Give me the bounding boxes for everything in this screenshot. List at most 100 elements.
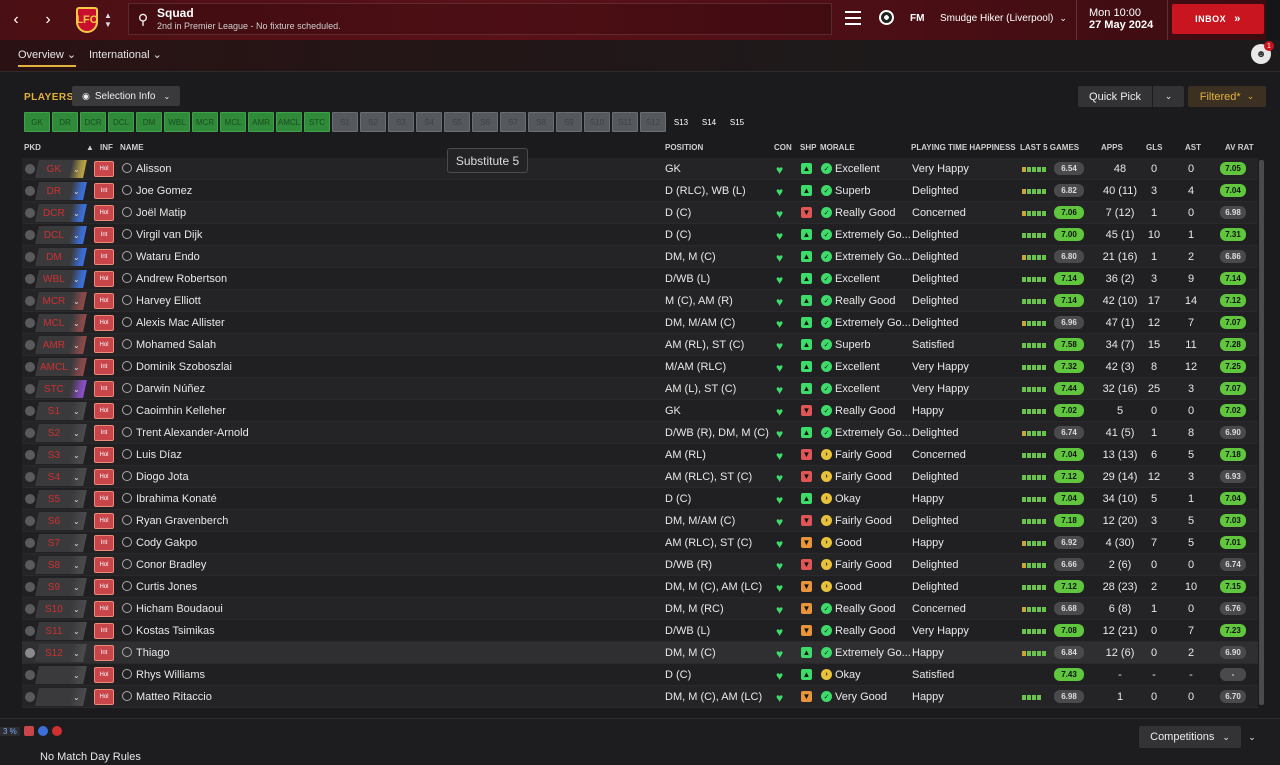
- position-selector[interactable]: GK ⌄: [35, 160, 87, 178]
- table-row[interactable]: S11 ⌄ Int Kostas Tsimikas D/WB (L) ♥ ▼ ✓ Really …: [22, 620, 1258, 642]
- table-row[interactable]: ⌄ Hol Rhys Williams D (C) ♥ ▲ › Okay Satisfied 7.…: [22, 664, 1258, 686]
- check-icon[interactable]: [25, 538, 35, 548]
- club-switcher[interactable]: ▲ ▼: [104, 11, 112, 29]
- player-name[interactable]: Ryan Gravenberch: [136, 515, 228, 527]
- position-chip[interactable]: STC: [304, 112, 330, 132]
- player-name[interactable]: Darwin Núñez: [136, 383, 205, 395]
- position-chip[interactable]: AMCL: [276, 112, 302, 132]
- position-selector[interactable]: STC ⌄: [35, 380, 87, 398]
- position-chip[interactable]: WBL: [164, 112, 190, 132]
- table-row[interactable]: S1 ⌄ Hol Caoimhin Kelleher GK ♥ ▼ ✓ Really Good H…: [22, 400, 1258, 422]
- col-morale[interactable]: MORALE: [820, 143, 855, 152]
- filter-button[interactable]: Filtered* ⌄: [1188, 86, 1266, 107]
- player-name[interactable]: Alexis Mac Allister: [136, 317, 225, 329]
- position-selector[interactable]: AMCL ⌄: [35, 358, 87, 376]
- table-row[interactable]: S7 ⌄ Int Cody Gakpo AM (RLC), ST (C) ♥ ▼ › Good H…: [22, 532, 1258, 554]
- check-icon[interactable]: [25, 230, 35, 240]
- table-row[interactable]: S10 ⌄ Hol Hicham Boudaoui DM, M (RC) ♥ ▼ ✓ Reall…: [22, 598, 1258, 620]
- check-icon[interactable]: [25, 472, 35, 482]
- position-selector[interactable]: S11 ⌄: [35, 622, 87, 640]
- table-row[interactable]: DR ⌄ Int Joe Gomez D (RLC), WB (L) ♥ ▲ ✓ Superb D…: [22, 180, 1258, 202]
- table-scrollbar[interactable]: [1259, 160, 1264, 705]
- chevron-up-icon[interactable]: ▲: [104, 11, 112, 20]
- col-gls[interactable]: GLS: [1146, 143, 1162, 152]
- position-selector[interactable]: S12 ⌄: [35, 644, 87, 662]
- check-icon[interactable]: [25, 670, 35, 680]
- check-icon[interactable]: [25, 274, 35, 284]
- position-chip[interactable]: DCR: [80, 112, 106, 132]
- position-selector[interactable]: ⌄: [35, 666, 87, 684]
- table-row[interactable]: S4 ⌄ Hol Diogo Jota AM (RLC), ST (C) ♥ ▼ › Fairl…: [22, 466, 1258, 488]
- position-chip[interactable]: DR: [52, 112, 78, 132]
- table-row[interactable]: S6 ⌄ Hol Ryan Gravenberch DM, M/AM (C) ♥ ▼ › Fai…: [22, 510, 1258, 532]
- forward-arrow-icon[interactable]: ›: [32, 0, 64, 40]
- player-name[interactable]: Mohamed Salah: [136, 339, 216, 351]
- position-selector[interactable]: S7 ⌄: [35, 534, 87, 552]
- position-chip[interactable]: S7: [500, 112, 526, 132]
- position-selector[interactable]: DCR ⌄: [35, 204, 87, 222]
- player-name[interactable]: Hicham Boudaoui: [136, 603, 223, 615]
- col-shp[interactable]: SHP: [800, 143, 816, 152]
- player-name[interactable]: Diogo Jota: [136, 471, 189, 483]
- table-row[interactable]: ⌄ Hol Matteo Ritaccio DM, M (C), AM (LC) ♥ ▼ ✓…: [22, 686, 1258, 708]
- position-selector[interactable]: AMR ⌄: [35, 336, 87, 354]
- col-con[interactable]: CON: [774, 143, 792, 152]
- sort-arrow-icon[interactable]: ▲: [86, 143, 94, 152]
- position-selector[interactable]: S10 ⌄: [35, 600, 87, 618]
- col-ast[interactable]: AST: [1185, 143, 1201, 152]
- table-row[interactable]: MCL ⌄ Hol Alexis Mac Allister DM, M/AM (C) ♥ ▲…: [22, 312, 1258, 334]
- check-icon[interactable]: [25, 252, 35, 262]
- player-name[interactable]: Rhys Williams: [136, 669, 205, 681]
- position-selector[interactable]: S4 ⌄: [35, 468, 87, 486]
- quick-pick-label[interactable]: Quick Pick: [1078, 86, 1153, 107]
- position-chip[interactable]: MCR: [192, 112, 218, 132]
- manager-selector[interactable]: Smudge Hiker (Liverpool) ⌄: [940, 13, 1067, 24]
- position-selector[interactable]: ⌄: [35, 688, 87, 706]
- red-status-icon[interactable]: [23, 726, 34, 736]
- assistant-avatar[interactable]: ☻ 1: [1251, 41, 1274, 64]
- check-icon[interactable]: [25, 318, 35, 328]
- player-name[interactable]: Harvey Elliott: [136, 295, 201, 307]
- position-chip[interactable]: S5: [444, 112, 470, 132]
- player-name[interactable]: Dominik Szoboszlai: [136, 361, 232, 373]
- player-name[interactable]: Curtis Jones: [136, 581, 197, 593]
- selection-info-button[interactable]: ◉ Selection Info ⌄: [72, 86, 180, 106]
- check-icon[interactable]: [25, 406, 35, 416]
- table-row[interactable]: S5 ⌄ Hol Ibrahima Konaté D (C) ♥ ▲ › Okay Happy 7.…: [22, 488, 1258, 510]
- check-icon[interactable]: [25, 560, 35, 570]
- position-selector[interactable]: S3 ⌄: [35, 446, 87, 464]
- football-icon[interactable]: [879, 10, 894, 25]
- match-day-rules[interactable]: No Match Day Rules: [40, 751, 141, 763]
- player-name[interactable]: Andrew Robertson: [136, 273, 227, 285]
- chevron-down-icon[interactable]: ⌄: [1245, 726, 1259, 748]
- player-name[interactable]: Virgil van Dijk: [136, 229, 202, 241]
- check-icon[interactable]: [25, 164, 35, 174]
- position-chip[interactable]: S9: [556, 112, 582, 132]
- col-name[interactable]: NAME: [120, 143, 144, 152]
- col-playing-time[interactable]: PLAYING TIME HAPPINESS: [911, 143, 1016, 152]
- table-row[interactable]: GK ⌄ Hol Alisson GK ♥ ▲ ✓ Excellent Very Happy 6.5…: [22, 158, 1258, 180]
- check-icon[interactable]: [25, 186, 35, 196]
- position-selector[interactable]: S2 ⌄: [35, 424, 87, 442]
- chevron-down-icon[interactable]: ▼: [104, 20, 112, 29]
- competitions-button[interactable]: Competitions ⌄: [1139, 726, 1241, 748]
- position-chip[interactable]: S12: [640, 112, 666, 132]
- blue-status-icon[interactable]: [37, 726, 48, 736]
- table-row[interactable]: S3 ⌄ Hol Luis Díaz AM (RL) ♥ ▼ › Fairly Good Conc…: [22, 444, 1258, 466]
- alert-status-icon[interactable]: [51, 726, 62, 736]
- tab-overview[interactable]: Overview ⌄: [18, 48, 77, 67]
- position-chip[interactable]: S13: [668, 112, 694, 132]
- position-selector[interactable]: DR ⌄: [35, 182, 87, 200]
- table-row[interactable]: S12 ⌄ Int Thiago DM, M (C) ♥ ▲ ✓ Extremely Go...…: [22, 642, 1258, 664]
- table-row[interactable]: WBL ⌄ Hol Andrew Robertson D/WB (L) ♥ ▲ ✓ Excell…: [22, 268, 1258, 290]
- position-chip[interactable]: S10: [584, 112, 610, 132]
- table-row[interactable]: DCR ⌄ Hol Joël Matip D (C) ♥ ▼ ✓ Really Good Conc…: [22, 202, 1258, 224]
- check-icon[interactable]: [25, 450, 35, 460]
- position-chip[interactable]: AMR: [248, 112, 274, 132]
- table-row[interactable]: S2 ⌄ Int Trent Alexander-Arnold D/WB (R), DM…: [22, 422, 1258, 444]
- fm-logo[interactable]: FM: [910, 13, 924, 24]
- position-chip[interactable]: S6: [472, 112, 498, 132]
- player-name[interactable]: Joël Matip: [136, 207, 186, 219]
- player-name[interactable]: Kostas Tsimikas: [136, 625, 215, 637]
- check-icon[interactable]: [25, 604, 35, 614]
